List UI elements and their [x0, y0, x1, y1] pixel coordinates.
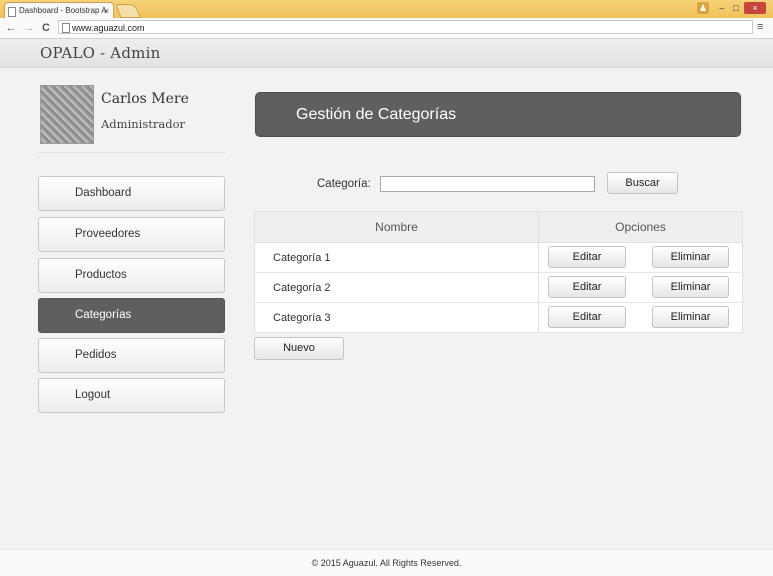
edit-button[interactable]: Editar	[548, 276, 626, 298]
browser-toolbar: ← → C www.aguazul.com ≡	[0, 18, 773, 39]
sidebar-item-pedidos[interactable]: Pedidos	[38, 338, 225, 373]
search-button[interactable]: Buscar	[607, 172, 678, 194]
app-header: OPALO - Admin	[0, 39, 773, 68]
delete-button[interactable]: Eliminar	[652, 276, 729, 298]
address-text: www.aguazul.com	[72, 23, 145, 33]
new-tab-button[interactable]	[115, 4, 141, 18]
delete-button[interactable]: Eliminar	[652, 306, 729, 328]
table-row: Categoría 1 Editar Eliminar	[254, 242, 743, 273]
divider	[38, 152, 225, 153]
row-options: Editar Eliminar	[538, 302, 743, 333]
page-title: Gestión de Categorías	[296, 106, 457, 123]
brand-title[interactable]: OPALO - Admin	[40, 44, 160, 62]
maximize-button[interactable]: □	[730, 2, 742, 14]
address-bar[interactable]: www.aguazul.com	[58, 20, 753, 34]
browser-title-bar: Dashboard - Bootstrap A × ♟ – □ ×	[0, 0, 773, 19]
browser-menu-icon[interactable]: ≡	[757, 21, 763, 33]
row-options: Editar Eliminar	[538, 242, 743, 273]
forward-arrow-icon[interactable]: →	[22, 20, 36, 36]
tab-close-icon[interactable]: ×	[104, 3, 109, 18]
page-header-panel: Gestión de Categorías	[255, 92, 741, 137]
footer: © 2015 Aguazul. All Rights Reserved.	[0, 549, 773, 576]
sidebar-item-productos[interactable]: Productos	[38, 258, 225, 293]
back-arrow-icon[interactable]: ←	[4, 20, 18, 36]
new-category-button[interactable]: Nuevo	[254, 337, 344, 360]
user-role: Administrador	[101, 117, 185, 131]
edit-button[interactable]: Editar	[548, 246, 626, 268]
categories-table: Nombre Opciones Categoría 1 Editar Elimi…	[254, 211, 743, 333]
page-icon	[62, 23, 70, 33]
reload-icon[interactable]: C	[39, 20, 53, 36]
sidebar-item-proveedores[interactable]: Proveedores	[38, 217, 225, 252]
edit-button[interactable]: Editar	[548, 306, 626, 328]
copyright-text: © 2015 Aguazul. All Rights Reserved.	[311, 558, 462, 568]
sidebar-item-categorias[interactable]: Categorías	[38, 298, 225, 333]
page-icon	[8, 7, 16, 17]
avatar	[40, 85, 94, 144]
sidebar-item-logout[interactable]: Logout	[38, 378, 225, 413]
table-header-row: Nombre Opciones	[254, 211, 743, 243]
user-profile-icon[interactable]: ♟	[697, 2, 709, 14]
sidebar-item-dashboard[interactable]: Dashboard	[38, 176, 225, 211]
category-name: Categoría 1	[254, 242, 539, 273]
table-row: Categoría 3 Editar Eliminar	[254, 302, 743, 333]
delete-button[interactable]: Eliminar	[652, 246, 729, 268]
category-name: Categoría 2	[254, 272, 539, 303]
close-window-button[interactable]: ×	[744, 2, 766, 14]
user-name: Carlos Mere	[101, 91, 189, 107]
table-row: Categoría 2 Editar Eliminar	[254, 272, 743, 303]
column-header-nombre: Nombre	[254, 211, 539, 243]
minimize-button[interactable]: –	[716, 2, 728, 14]
tab-title: Dashboard - Bootstrap A	[19, 6, 107, 15]
row-options: Editar Eliminar	[538, 272, 743, 303]
category-name: Categoría 3	[254, 302, 539, 333]
search-input[interactable]	[380, 176, 595, 192]
column-header-opciones: Opciones	[538, 211, 743, 243]
browser-tab[interactable]: Dashboard - Bootstrap A ×	[4, 2, 114, 18]
search-label: Categoría:	[317, 178, 371, 190]
